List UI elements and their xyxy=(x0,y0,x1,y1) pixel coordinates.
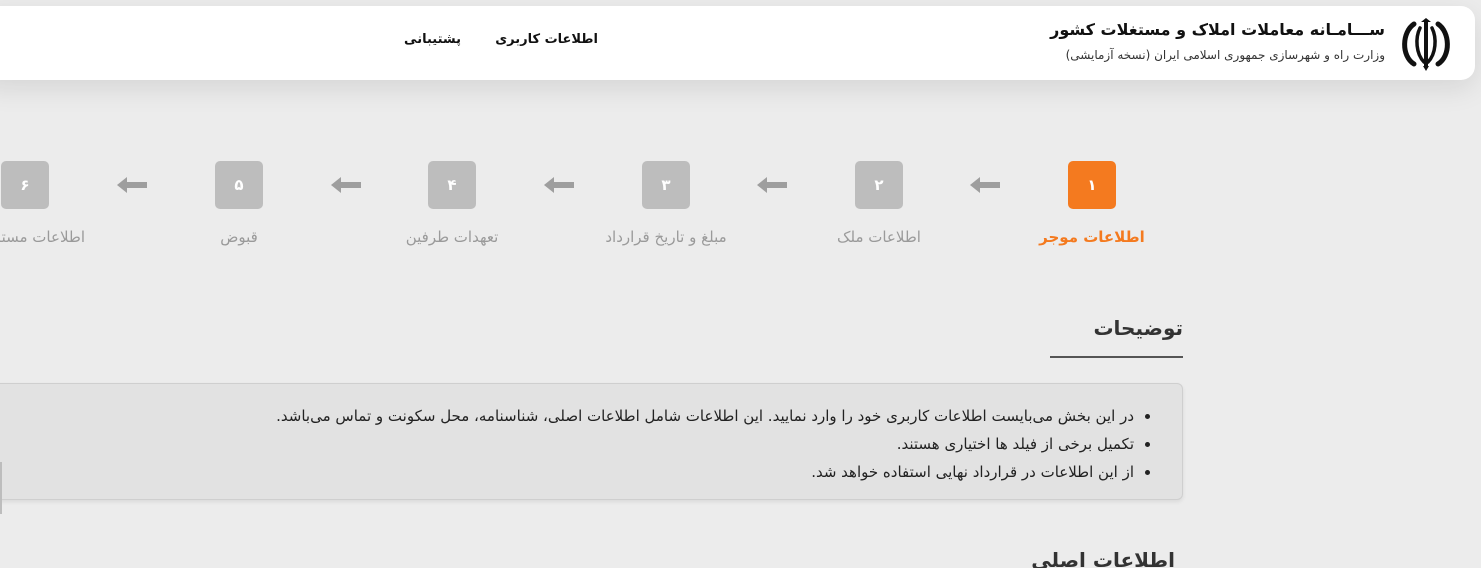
nav-support-link[interactable]: پشتیبانی xyxy=(404,32,461,47)
description-item: از این اطلاعات در قرارداد نهایی استفاده … xyxy=(276,458,1134,486)
step-5-button[interactable]: ۵ xyxy=(215,161,263,209)
iran-emblem-icon xyxy=(1402,18,1450,71)
description-list: در این بخش می‌بایست اطلاعات کاربری خود ر… xyxy=(276,402,1152,486)
step-1-label: اطلاعات موجر xyxy=(1039,228,1145,246)
nav-user-info-link[interactable]: اطلاعات کاربری xyxy=(495,32,598,47)
arrow-left-icon xyxy=(331,177,361,193)
step-3-button[interactable]: ۳ xyxy=(642,161,690,209)
description-title: توضیحات xyxy=(1093,316,1183,340)
arrow-left-icon xyxy=(117,177,147,193)
step-6-button[interactable]: ۶ xyxy=(1,161,49,209)
step-2-label: اطلاعات ملک xyxy=(837,228,921,246)
top-header: ســـامـانه معاملات املاک و مستغلات کشور … xyxy=(0,6,1475,80)
step-1-button[interactable]: ۱ xyxy=(1068,161,1116,209)
arrow-left-icon xyxy=(757,177,787,193)
app-subtitle: وزارت راه و شهرسازی جمهوری اسلامی ایران … xyxy=(1065,48,1385,62)
main-info-section-title: اطلاعات اصلی xyxy=(1031,548,1175,568)
divider xyxy=(0,462,2,514)
step-4-button[interactable]: ۴ xyxy=(428,161,476,209)
step-2-button[interactable]: ۲ xyxy=(855,161,903,209)
app-title: ســـامـانه معاملات املاک و مستغلات کشور xyxy=(1050,20,1385,39)
page: ســـامـانه معاملات املاک و مستغلات کشور … xyxy=(0,0,1481,568)
arrow-left-icon xyxy=(970,177,1000,193)
step-4-label: تعهدات طرفین xyxy=(405,228,499,246)
step-5-label: قبوض xyxy=(220,228,258,246)
description-box: در این بخش می‌بایست اطلاعات کاربری خود ر… xyxy=(0,383,1183,500)
step-6-label: اطلاعات مستاجر xyxy=(0,228,85,246)
description-title-underline xyxy=(1050,356,1183,358)
description-item: در این بخش می‌بایست اطلاعات کاربری خود ر… xyxy=(276,402,1134,430)
step-3-label: مبلغ و تاریخ قرارداد xyxy=(605,228,727,246)
arrow-left-icon xyxy=(544,177,574,193)
description-item: تکمیل برخی از فیلد ها اختیاری هستند. xyxy=(276,430,1134,458)
